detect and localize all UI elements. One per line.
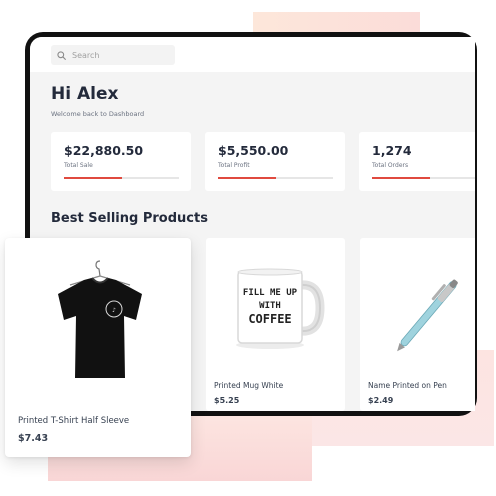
progress-fill bbox=[218, 177, 276, 179]
product-price: $2.49 bbox=[368, 396, 394, 405]
product-card-mug[interactable]: FILL ME UP WITH COFFEE Printed Mug White… bbox=[206, 238, 345, 411]
mug-text-line-3: COFFEE bbox=[248, 312, 291, 326]
page-subtitle: Welcome back to Dashboard bbox=[51, 110, 145, 118]
section-title: Best Selling Products bbox=[51, 211, 208, 226]
pen-image bbox=[397, 279, 458, 352]
progress-track bbox=[64, 177, 179, 179]
stat-value: $22,880.50 bbox=[64, 143, 144, 158]
top-bar: Search bbox=[30, 37, 475, 72]
stat-label: Total Sale bbox=[64, 162, 93, 169]
progress-track bbox=[372, 177, 475, 179]
stat-value: $5,550.00 bbox=[218, 143, 289, 158]
stat-card-total-profit: $5,550.00 Total Profit bbox=[205, 132, 345, 191]
product-name: Printed Mug White bbox=[214, 381, 284, 390]
product-card-tshirt[interactable]: ♪ Printed T-Shirt Half Sleeve $7.43 bbox=[5, 238, 191, 457]
page-title: Hi Alex bbox=[51, 84, 119, 104]
search-placeholder[interactable]: Search bbox=[72, 51, 99, 60]
tshirt-image: ♪ bbox=[58, 260, 142, 378]
svg-text:♪: ♪ bbox=[112, 307, 116, 314]
search-icon bbox=[57, 50, 66, 60]
product-price: $5.25 bbox=[214, 396, 240, 405]
product-name: Name Printed on Pen bbox=[368, 381, 447, 390]
product-name: Printed T-Shirt Half Sleeve bbox=[18, 416, 130, 426]
stat-card-total-orders: 1,274 Total Orders bbox=[359, 132, 475, 191]
product-price: $7.43 bbox=[18, 433, 49, 444]
progress-fill bbox=[64, 177, 122, 179]
stat-label: Total Orders bbox=[372, 162, 409, 169]
product-card-pen[interactable]: Name Printed on Pen $2.49 bbox=[360, 238, 475, 411]
mug-image: FILL ME UP WITH COFFEE bbox=[236, 268, 325, 349]
stat-card-total-sale: $22,880.50 Total Sale bbox=[51, 132, 191, 191]
mug-text-line-2: WITH bbox=[259, 301, 281, 311]
search-input[interactable]: Search bbox=[51, 45, 175, 65]
progress-track bbox=[218, 177, 333, 179]
stat-label: Total Profit bbox=[218, 162, 250, 169]
progress-fill bbox=[372, 177, 430, 179]
stat-value: 1,274 bbox=[372, 143, 412, 158]
mug-text-line-1: FILL ME UP bbox=[243, 288, 298, 298]
